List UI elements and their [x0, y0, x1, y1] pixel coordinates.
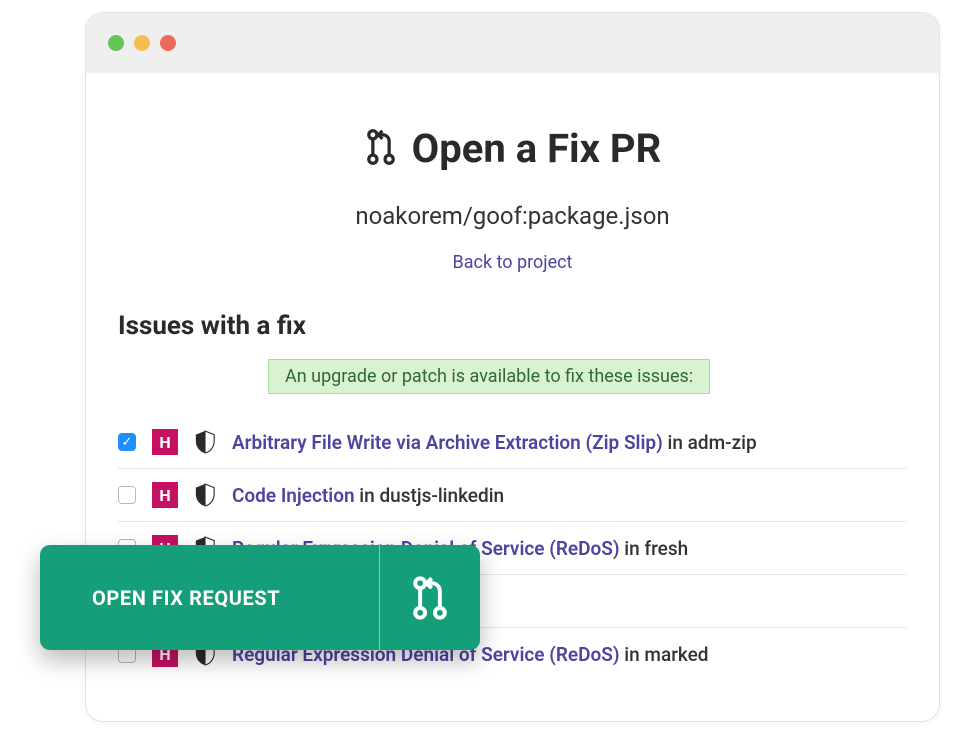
issue-package: in adm-zip [663, 431, 757, 454]
page-title-row: Open a Fix PR [118, 125, 907, 172]
open-fix-request-button[interactable]: OPEN FIX REQUEST [40, 545, 480, 650]
issue-checkbox[interactable] [118, 486, 136, 504]
issue-package: in fresh [620, 537, 689, 560]
shield-icon [194, 430, 216, 454]
issue-checkbox[interactable]: ✓ [118, 433, 136, 451]
issue-row: ✓ H Arbitrary File Write via Archive Extra… [118, 416, 907, 468]
window-minimize-dot[interactable] [134, 35, 150, 51]
issue-package: in marked [620, 643, 709, 666]
vulnerability-link[interactable]: Arbitrary File Write via Archive Extract… [232, 431, 663, 454]
severity-badge: H [152, 482, 178, 508]
project-path: noakorem/goof:package.json [118, 202, 907, 230]
issue-text: Arbitrary File Write via Archive Extract… [232, 431, 757, 454]
issue-package: in dustjs-linkedin [355, 484, 505, 507]
window-maximize-dot[interactable] [160, 35, 176, 51]
open-fix-request-label: OPEN FIX REQUEST [40, 586, 379, 610]
issue-row: H Code Injection in dustjs-linkedin [118, 468, 907, 521]
upgrade-available-banner: An upgrade or patch is available to fix … [268, 359, 710, 394]
issue-text: Code Injection in dustjs-linkedin [232, 484, 504, 507]
severity-badge: H [152, 429, 178, 455]
pull-request-icon [380, 575, 480, 621]
vulnerability-link[interactable]: Code Injection [232, 484, 355, 507]
window-close-dot[interactable] [108, 35, 124, 51]
window-titlebar [86, 13, 939, 73]
page-title: Open a Fix PR [412, 125, 662, 172]
pull-request-icon [364, 128, 398, 170]
shield-icon [194, 483, 216, 507]
back-to-project-link[interactable]: Back to project [118, 252, 907, 273]
issues-heading: Issues with a fix [118, 311, 907, 341]
